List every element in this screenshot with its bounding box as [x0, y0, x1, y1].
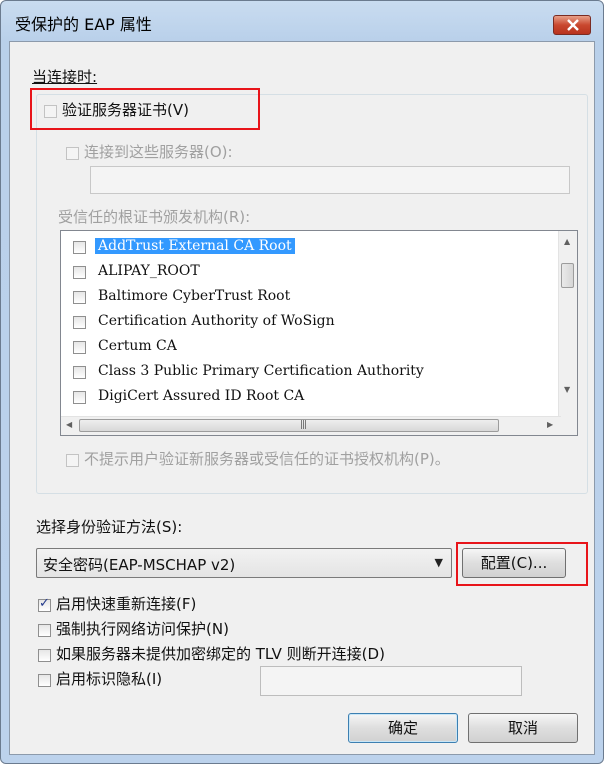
disconnect-tlv-checkbox[interactable] [38, 649, 51, 662]
when-connecting-heading: 当连接时: [32, 68, 98, 86]
cancel-button[interactable]: 取消 [468, 713, 578, 743]
identity-privacy-checkbox[interactable] [38, 674, 51, 687]
identity-privacy-input[interactable] [260, 666, 522, 696]
connect-servers-label: 连接到这些服务器(O): [84, 143, 233, 161]
auth-method-value: 安全密码(EAP-MSCHAP v2) [43, 556, 236, 574]
dialog-window: 受保护的 EAP 属性 当连接时: 验证服务器证书(V) 连接到这些服务器(O)… [0, 0, 604, 764]
scroll-down-icon[interactable]: ▼ [564, 385, 570, 394]
scroll-up-icon[interactable]: ▲ [564, 237, 570, 246]
close-icon [567, 19, 579, 31]
ca-list-item[interactable]: Class 3 Public Primary Certification Aut… [61, 360, 539, 385]
vertical-scrollbar[interactable]: ▲ ▼ [558, 231, 577, 419]
enforce-nap-checkbox[interactable] [38, 624, 51, 637]
dialog-body: 当连接时: 验证服务器证书(V) 连接到这些服务器(O): 受信任的根证书颁发机… [9, 41, 595, 755]
ca-checkbox[interactable] [73, 341, 86, 354]
chevron-down-icon: ▼ [434, 556, 443, 569]
ca-name: ALIPAY_ROOT [98, 263, 200, 279]
ca-list-item[interactable]: DigiCert Assured ID Root CA [61, 385, 539, 410]
ca-name: DigiCert Assured ID Root CA [98, 388, 305, 404]
no-prompt-checkbox[interactable] [66, 454, 79, 467]
ca-list-item[interactable]: Certum CA [61, 335, 539, 360]
title-bar[interactable]: 受保护的 EAP 属性 [1, 1, 603, 41]
ca-checkbox[interactable] [73, 316, 86, 329]
ca-name: Baltimore CyberTrust Root [98, 288, 291, 304]
ca-checkbox[interactable] [73, 391, 86, 404]
window-title: 受保护的 EAP 属性 [15, 15, 152, 34]
enforce-nap-label: 强制执行网络访问保护(N) [56, 620, 229, 638]
grip-icon: ||| [300, 420, 307, 430]
ca-name: AddTrust External CA Root [95, 238, 295, 254]
vertical-scroll-thumb[interactable] [561, 263, 574, 288]
disconnect-tlv-label: 如果服务器未提供加密绑定的 TLV 则断开连接(D) [56, 645, 385, 663]
ca-list-item[interactable]: Certification Authority of WoSign [61, 310, 539, 335]
auth-method-select[interactable]: 安全密码(EAP-MSCHAP v2) ▼ [36, 548, 452, 578]
servers-input[interactable] [90, 166, 570, 194]
ca-name: Certification Authority of WoSign [98, 313, 335, 329]
fast-reconnect-checkbox[interactable] [38, 596, 51, 612]
ca-list-item[interactable]: Baltimore CyberTrust Root [61, 285, 539, 310]
horizontal-scroll-thumb[interactable]: ||| [79, 419, 499, 432]
scroll-left-icon[interactable]: ◀ [66, 420, 72, 429]
fast-reconnect-label: 启用快速重新连接(F) [56, 595, 197, 613]
ca-list-item[interactable]: ALIPAY_ROOT [61, 260, 539, 285]
ca-checkbox[interactable] [73, 266, 86, 279]
horizontal-scrollbar[interactable]: ◀ ||| ▶ [61, 416, 561, 435]
ca-checkbox[interactable] [73, 291, 86, 304]
no-prompt-label: 不提示用户验证新服务器或受信任的证书授权机构(P)。 [84, 450, 450, 468]
ca-name: Class 3 Public Primary Certification Aut… [98, 363, 424, 379]
configure-highlight [456, 542, 588, 586]
verify-cert-highlight [30, 88, 260, 130]
ok-button[interactable]: 确定 [348, 713, 458, 743]
auth-method-label: 选择身份验证方法(S): [36, 518, 183, 536]
scroll-right-icon[interactable]: ▶ [547, 420, 553, 429]
trusted-ca-list[interactable]: AddTrust External CA Root ALIPAY_ROOT Ba… [60, 230, 578, 436]
scrollbar-corner [559, 417, 577, 435]
close-button[interactable] [553, 15, 591, 35]
ca-checkbox[interactable] [73, 241, 86, 254]
ca-name: Certum CA [98, 338, 177, 354]
identity-privacy-label: 启用标识隐私(I) [56, 670, 163, 688]
connect-servers-checkbox[interactable] [66, 147, 79, 160]
ca-list-item[interactable]: AddTrust External CA Root [61, 235, 539, 260]
ca-checkbox[interactable] [73, 366, 86, 379]
trusted-ca-label: 受信任的根证书颁发机构(R): [58, 208, 251, 226]
